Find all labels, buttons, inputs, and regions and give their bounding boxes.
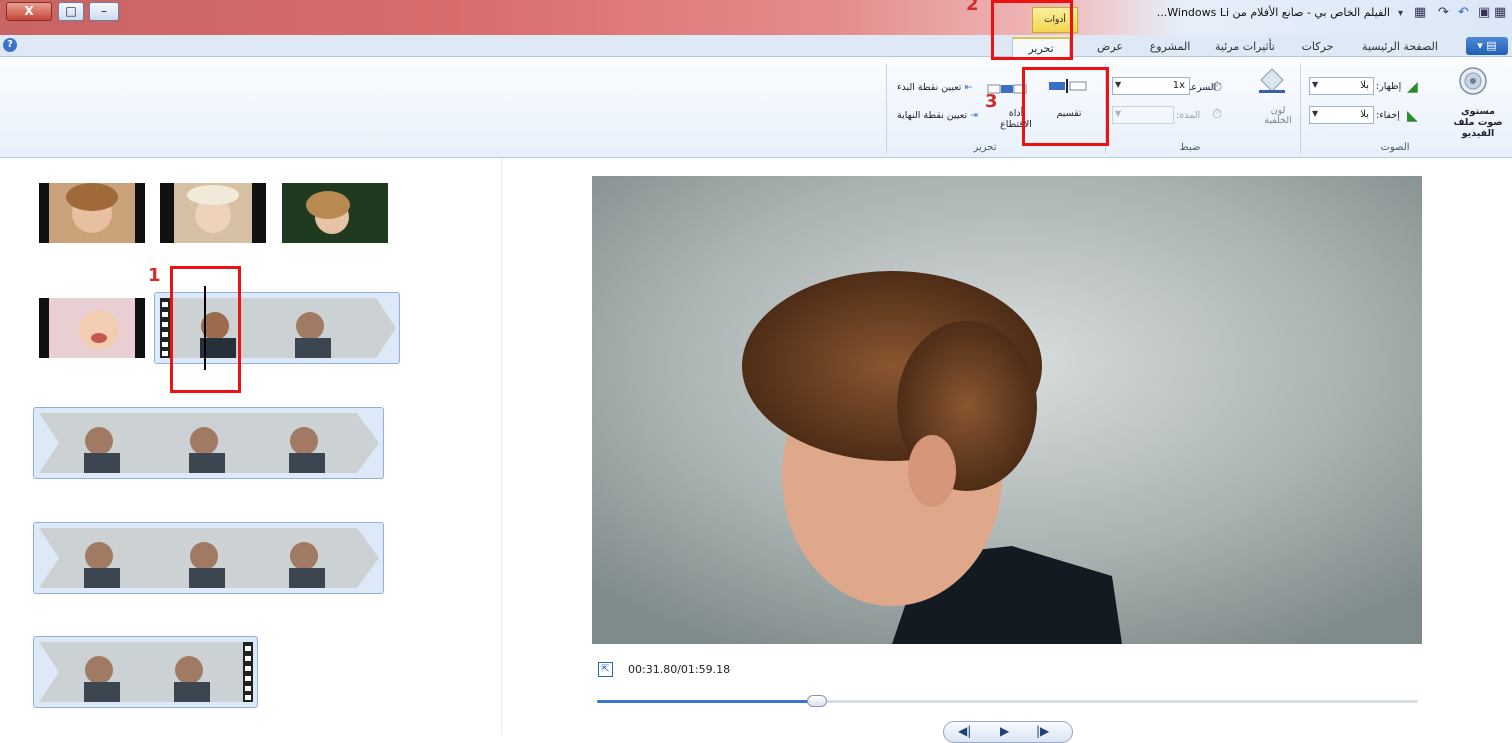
adjust-group-label: ضبط [1179, 142, 1201, 153]
tab-home[interactable]: الصفحة الرئيسية [1350, 37, 1450, 57]
set-end-point-button[interactable]: ⇥ تعيين نقطة النهاية [897, 110, 978, 121]
help-icon[interactable]: ? [3, 38, 17, 52]
fade-out-select[interactable]: بلا ▼ [1309, 106, 1374, 124]
background-color-label[interactable]: لون الخلفية [1260, 106, 1296, 126]
seek-bar-progress [597, 700, 818, 703]
fade-out-label: إخفاء: [1376, 110, 1400, 121]
audio-group-label: الصوت [1380, 142, 1410, 153]
fade-in-label: إظهار: [1376, 81, 1402, 92]
tab-view[interactable]: عرض [1085, 37, 1135, 57]
duration-label: المدة: [1176, 110, 1201, 121]
close-button[interactable]: X [6, 2, 52, 21]
photo-thumbnail[interactable] [282, 183, 388, 243]
previous-frame-icon[interactable]: ◀| [958, 724, 971, 738]
undo-icon[interactable]: ↶ [1458, 5, 1469, 23]
app-icon: ▦ [1494, 5, 1507, 20]
paint-bucket-icon[interactable] [1255, 64, 1289, 98]
annotation-box-edit-tab [991, 0, 1073, 60]
fullscreen-icon[interactable]: ⇱ [598, 662, 613, 677]
annotation-number-2: 2 [966, 0, 979, 15]
next-frame-icon[interactable]: |▶ [1036, 724, 1049, 738]
photo-thumbnail[interactable] [39, 298, 145, 358]
redo-icon[interactable]: ↷ [1438, 5, 1449, 23]
storyboard-size-icon[interactable]: ▦ [1414, 5, 1426, 23]
speaker-icon[interactable] [1458, 66, 1488, 100]
tab-project[interactable]: المشروع [1140, 37, 1200, 57]
annotation-box-split [1022, 67, 1109, 146]
ribbon-tab-row [0, 35, 1512, 57]
customize-qat-icon[interactable]: ▾ [1398, 8, 1403, 26]
annotation-number-1: 1 [148, 265, 161, 286]
video-clip-frames[interactable] [39, 642, 253, 702]
duration-icon: ⏱ [1212, 107, 1223, 122]
speed-select[interactable]: 1x ▼ [1112, 77, 1190, 95]
maximize-button[interactable]: □ [58, 2, 84, 21]
photo-thumbnail[interactable] [160, 183, 266, 243]
play-icon[interactable]: ▶ [1000, 724, 1009, 738]
duration-select[interactable]: ▼ [1112, 106, 1174, 124]
video-clip-frames[interactable] [39, 528, 379, 588]
tab-visual-effects[interactable]: تأثيرات مرئية [1205, 37, 1285, 57]
fade-out-icon: ◣ [1407, 108, 1418, 124]
photo-thumbnail[interactable] [39, 183, 145, 243]
window-title: الفيلم الخاص بي - صانع الأفلام من Window… [1156, 6, 1390, 19]
set-start-point-button[interactable]: ⇤ تعيين نقطة البدء [897, 82, 972, 93]
title-bar: X □ – الفيلم الخاص بي - صانع الأفلام من … [0, 0, 1512, 49]
playback-time: 00:31.80/01:59.18 [628, 663, 731, 676]
annotation-box-playhead [170, 266, 241, 393]
fade-in-icon: ◢ [1407, 79, 1418, 95]
minimize-button[interactable]: – [89, 2, 119, 21]
fade-in-select[interactable]: بلا ▼ [1309, 77, 1374, 95]
video-preview[interactable] [592, 176, 1422, 644]
file-menu-button[interactable]: ▾ ▤ [1466, 37, 1508, 55]
save-icon[interactable]: ▣ [1478, 5, 1490, 23]
tab-animations[interactable]: حركات [1290, 37, 1345, 57]
video-volume-label: مستوى صوت ملف الفيديو [1453, 106, 1503, 139]
annotation-number-3: 3 [985, 91, 998, 112]
seek-bar[interactable] [597, 695, 1418, 707]
seek-bar-thumb[interactable] [807, 695, 828, 707]
video-clip-frames[interactable] [39, 413, 379, 473]
edit-group-label: تحرير [973, 142, 997, 153]
separator [886, 63, 887, 153]
playback-controls: ◀| ▶ |▶ [943, 721, 1073, 743]
separator [1300, 63, 1301, 153]
